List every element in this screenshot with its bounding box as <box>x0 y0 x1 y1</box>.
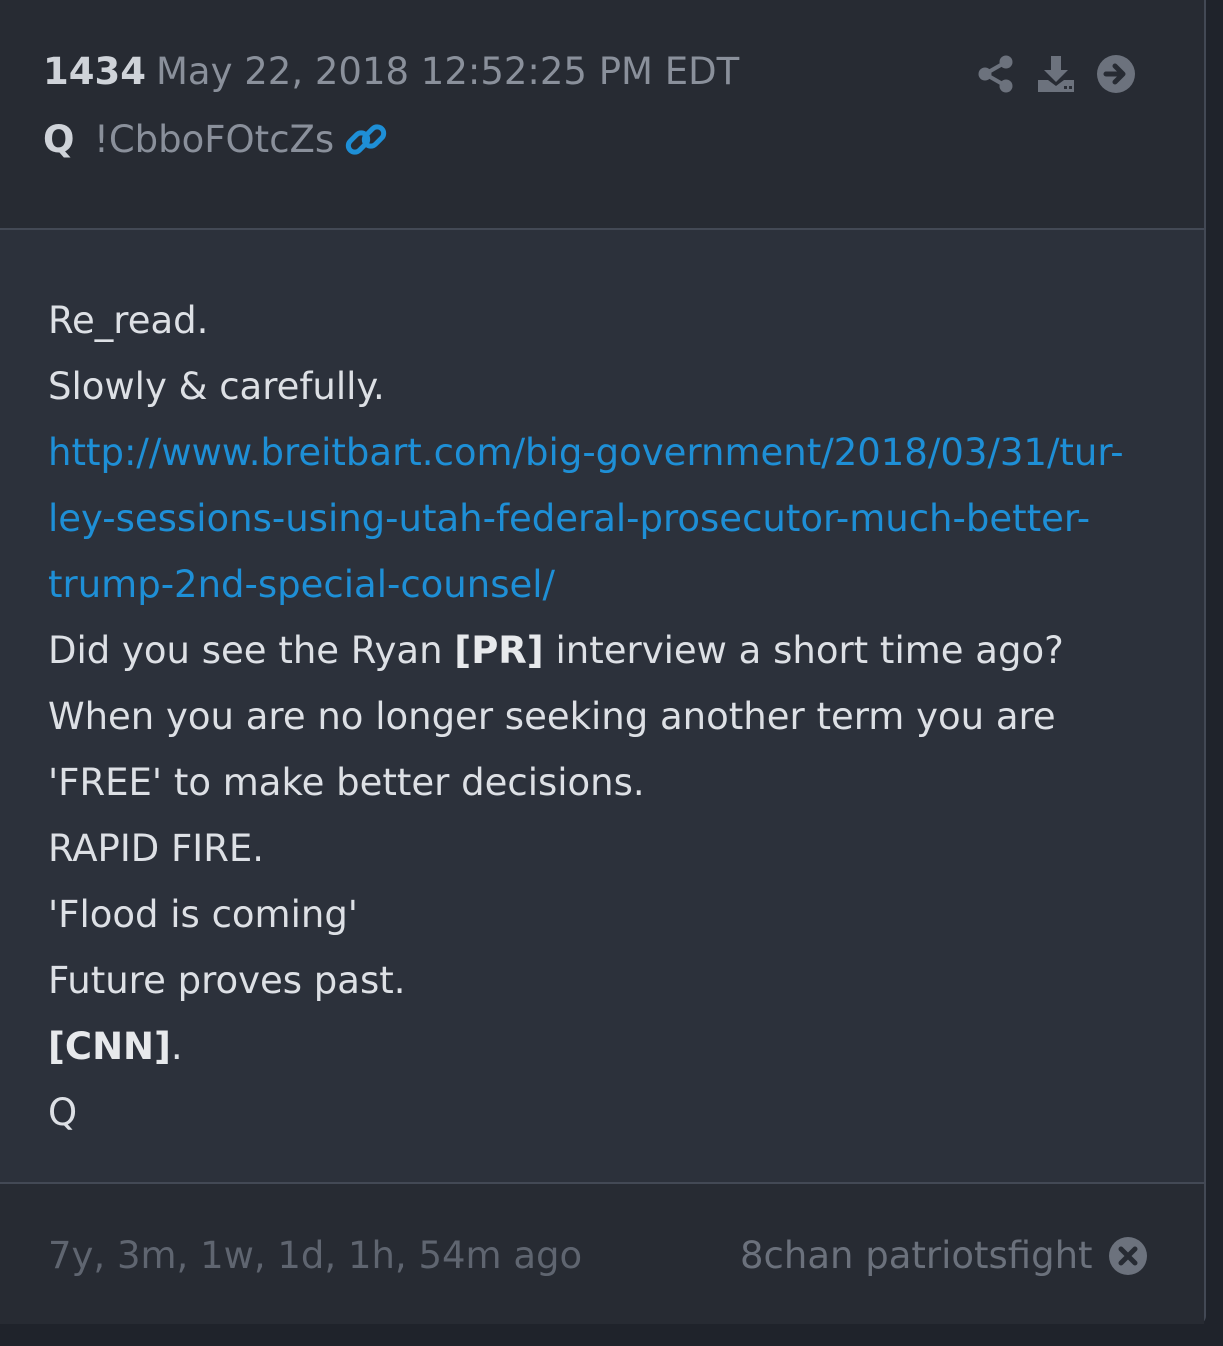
post-body: Re_read. Slowly & carefully. http://www.… <box>48 288 1148 1146</box>
body-line: [CNN]. <box>48 1014 1148 1080</box>
body-line: 'FREE' to make better decisions. <box>48 761 645 804</box>
article-link-line-1[interactable]: http://www.breitbart.com/big-government/… <box>48 420 1148 486</box>
article-link-line-2[interactable]: ley-sessions-using-utah-federal-prosecut… <box>48 486 1148 552</box>
article-link-line-3[interactable]: trump-2nd-special-counsel/ <box>48 552 1148 618</box>
body-line: Re_read. <box>48 299 209 342</box>
link-icon[interactable] <box>344 118 388 162</box>
arrow-right-circle-icon[interactable] <box>1096 54 1136 94</box>
body-line: Future proves past. <box>48 959 406 1002</box>
signature: Q <box>48 1091 78 1134</box>
body-line: When you are no longer seeking another t… <box>48 695 1056 738</box>
post-header: 1434 May 22, 2018 12:52:25 PM EDT Q !Cbb… <box>0 0 1204 230</box>
post-source: 8chan patriotsfight <box>740 1234 1093 1277</box>
body-line: Slowly & carefully. <box>48 365 385 408</box>
body-text: interview a short time ago? <box>543 629 1064 672</box>
post-footer: 7y, 3m, 1w, 1d, 1h, 54m ago 8chan patrio… <box>0 1182 1204 1324</box>
post-actions <box>976 52 1156 96</box>
body-line: RAPID FIRE. <box>48 827 265 870</box>
body-text: . <box>170 1025 183 1068</box>
body-line: 'Flood is coming' <box>48 893 358 936</box>
post-age: 7y, 3m, 1w, 1d, 1h, 54m ago <box>48 1234 583 1277</box>
download-icon[interactable] <box>1036 54 1076 94</box>
body-bold-text: [PR] <box>454 629 544 672</box>
close-circle-icon[interactable] <box>1108 1236 1148 1276</box>
post-date: May 22, 2018 12:52:25 PM EDT <box>156 50 740 93</box>
body-text: Did you see the Ryan <box>48 629 455 672</box>
share-icon[interactable] <box>976 54 1016 94</box>
body-bold-text: [CNN] <box>48 1025 171 1068</box>
body-line: Did you see the Ryan [PR] interview a sh… <box>48 618 1148 684</box>
post-card: 1434 May 22, 2018 12:52:25 PM EDT Q !Cbb… <box>0 0 1206 1324</box>
author-name: Q <box>43 118 75 161</box>
tripcode: !CbboFOtcZs <box>94 118 335 161</box>
post-number: 1434 <box>43 50 146 93</box>
